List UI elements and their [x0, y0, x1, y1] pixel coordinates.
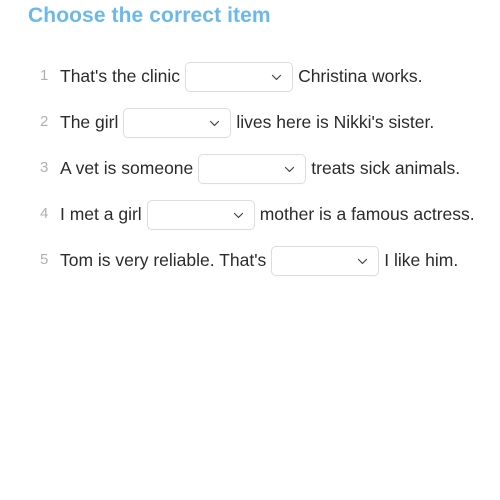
question-body: I met a girl mother is a famous actress. [60, 194, 490, 234]
question-text-before: Tom is very reliable. That's [60, 250, 267, 270]
question-item-2: 2 The girl lives here is Nikki's sister. [0, 102, 500, 142]
worksheet-page: Choose the correct item 1 That's the cli… [0, 0, 500, 500]
question-item-3: 3 A vet is someone treats sick animals. [0, 148, 500, 188]
question-text-before: That's the clinic [60, 66, 181, 86]
answer-select-4[interactable] [146, 200, 255, 231]
answer-select-3[interactable] [198, 154, 307, 185]
question-item-5: 5 Tom is very reliable. That's I like hi… [0, 240, 500, 280]
question-number: 4 [40, 205, 49, 222]
answer-select-5[interactable] [271, 246, 380, 277]
question-body: The girl lives here is Nikki's sister. [60, 102, 490, 142]
question-text-after: lives here is Nikki's sister. [236, 112, 435, 132]
question-text-before: The girl [60, 112, 119, 132]
question-text-after: Christina works. [298, 66, 423, 86]
question-item-1: 1 That's the clinic Christina works. [0, 56, 500, 96]
chevron-down-icon [270, 71, 283, 84]
question-item-4: 4 I met a girl mother is a famous actres… [0, 194, 500, 234]
question-number: 3 [40, 159, 49, 176]
question-text-before: A vet is someone [60, 158, 194, 178]
chevron-down-icon [283, 163, 296, 176]
question-number: 1 [40, 67, 49, 84]
page-title: Choose the correct item [28, 4, 271, 27]
question-body: That's the clinic Christina works. [60, 56, 490, 96]
question-body: A vet is someone treats sick animals. [60, 148, 490, 188]
question-list: 1 That's the clinic Christina works. 2 T… [0, 56, 500, 280]
question-text-after: treats sick animals. [311, 158, 461, 178]
question-body: Tom is very reliable. That's I like him. [60, 240, 490, 280]
question-text-after: mother is a famous actress. [259, 204, 475, 224]
question-number: 2 [40, 113, 49, 130]
question-text-after: I like him. [384, 250, 459, 270]
question-text-before: I met a girl [60, 204, 142, 224]
answer-select-1[interactable] [185, 62, 294, 93]
answer-select-2[interactable] [123, 108, 232, 139]
chevron-down-icon [208, 117, 221, 130]
chevron-down-icon [356, 255, 369, 268]
chevron-down-icon [232, 209, 245, 222]
question-number: 5 [40, 251, 49, 268]
